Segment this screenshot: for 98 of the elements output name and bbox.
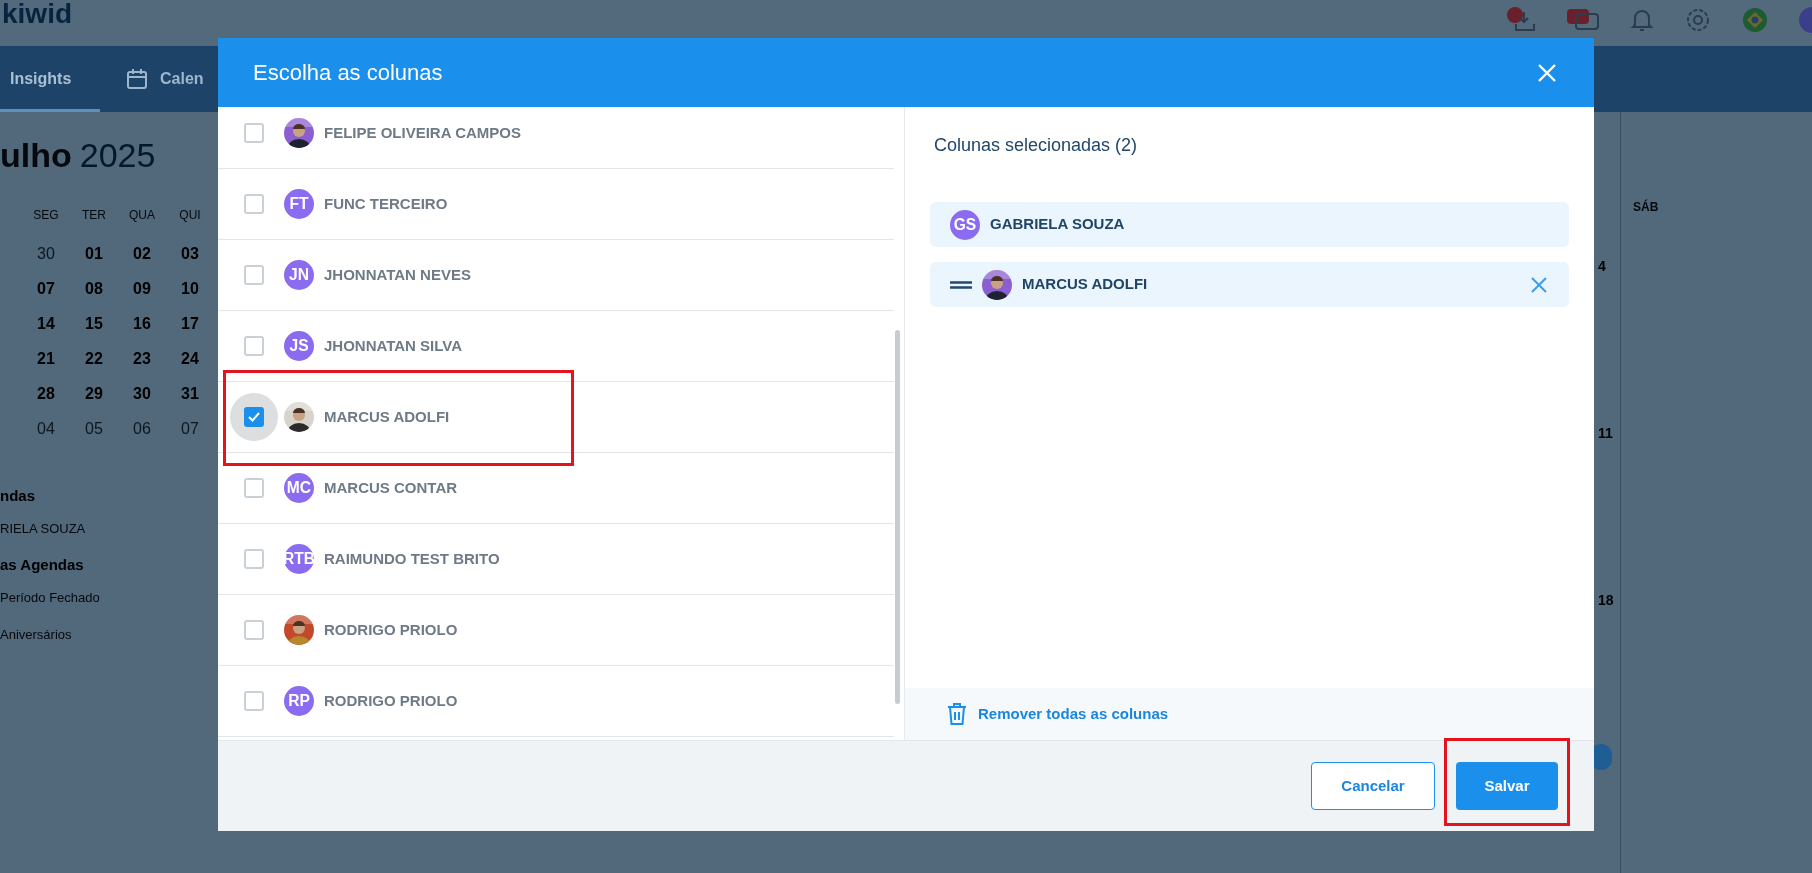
list-row[interactable]: MC MARCUS CONTAR: [218, 453, 894, 524]
checkbox[interactable]: [244, 265, 264, 285]
calendar-day[interactable]: 16: [118, 311, 166, 336]
calendar-day[interactable]: 17: [166, 311, 214, 336]
person-name: FELIPE OLIVEIRA CAMPOS: [324, 122, 521, 143]
checkbox[interactable]: [244, 691, 264, 711]
calendar-day[interactable]: 14: [22, 311, 70, 336]
list-row[interactable]: FT FUNC TERCEIRO: [218, 169, 894, 240]
calendar-day: 18: [1598, 590, 1614, 611]
list-row[interactable]: JN JHONNATAN NEVES: [218, 240, 894, 311]
bell-icon[interactable]: [1630, 7, 1654, 33]
close-icon: [1538, 63, 1556, 82]
list-row[interactable]: RTB RAIMUNDO TEST BRITO: [218, 524, 894, 595]
nav-tab[interactable]: Calen: [100, 46, 218, 112]
nav-tab[interactable]: Insights: [0, 46, 100, 112]
calendar-day[interactable]: 30: [22, 241, 70, 266]
calendar-day[interactable]: 08: [70, 276, 118, 301]
column-name: MARCUS ADOLFI: [1022, 274, 1149, 295]
flag-icon[interactable]: [1742, 7, 1768, 33]
person-name: RODRIGO PRIOLO: [324, 690, 458, 711]
avatar: GS: [950, 209, 980, 240]
list-row[interactable]: RP RODRIGO PRIOLO: [218, 666, 894, 737]
calendar-day[interactable]: 30: [118, 381, 166, 406]
download-icon[interactable]: [1506, 6, 1536, 34]
save-button[interactable]: Salvar: [1456, 762, 1558, 810]
remove-icon[interactable]: [1531, 276, 1547, 293]
person-name: JHONNATAN NEVES: [324, 264, 471, 285]
calendar-day[interactable]: 31: [166, 381, 214, 406]
calendar-day[interactable]: 03: [166, 241, 214, 266]
calendar-day[interactable]: 15: [70, 311, 118, 336]
avatar-icon[interactable]: [1798, 6, 1812, 34]
avatar: FT: [284, 189, 314, 219]
section-heading: ndas: [0, 486, 36, 506]
calendar-day[interactable]: 21: [22, 346, 70, 371]
checkbox[interactable]: [244, 194, 264, 214]
person-name: MARCUS ADOLFI: [324, 406, 450, 427]
calendar-day[interactable]: 01: [70, 241, 118, 266]
calendar-day[interactable]: 02: [118, 241, 166, 266]
calendar-day[interactable]: 29: [70, 381, 118, 406]
calendar-day[interactable]: 10: [166, 276, 214, 301]
remove-all-link[interactable]: Remover todas as colunas: [978, 702, 1169, 726]
column-name: GABRIELA SOUZA: [990, 214, 1126, 235]
selected-column[interactable]: MARCUS ADOLFI: [930, 262, 1569, 307]
calendar-day[interactable]: 04: [22, 416, 70, 441]
checkbox[interactable]: [244, 549, 264, 569]
section-title: Colunas selecionadas (2): [934, 134, 1139, 157]
calendar-day[interactable]: 23: [118, 346, 166, 371]
weekday-label: QUA: [128, 207, 156, 224]
month-title: ulho: [0, 135, 72, 176]
selected-column[interactable]: GS GABRIELA SOUZA: [930, 202, 1569, 247]
checkbox[interactable]: [244, 478, 264, 498]
avatar: MC: [284, 473, 314, 503]
chat-icon[interactable]: [1566, 7, 1600, 33]
weekday-label: TER: [81, 207, 107, 224]
avatar: RTB: [284, 544, 314, 574]
checkbox[interactable]: [244, 407, 264, 427]
person-name: JHONNATAN SILVA: [324, 335, 463, 356]
calendar-day[interactable]: 07: [166, 416, 214, 441]
calendar-day[interactable]: 22: [70, 346, 118, 371]
calendar-day: 11: [1598, 423, 1613, 444]
weekday-header: SÁB: [1633, 198, 1659, 216]
dialog-title: Escolha as colunas: [253, 59, 443, 87]
agenda-item[interactable]: Período Fechado: [0, 581, 100, 614]
calendar-day[interactable]: 07: [22, 276, 70, 301]
calendar-day[interactable]: 24: [166, 346, 214, 371]
settings-icon[interactable]: [1684, 6, 1712, 34]
checkbox[interactable]: [244, 620, 264, 640]
list-row[interactable]: RODRIGO PRIOLO: [218, 595, 894, 666]
agenda-item[interactable]: Aniversários: [0, 618, 100, 651]
agenda-item[interactable]: RIELA SOUZA: [0, 512, 100, 545]
checkbox[interactable]: [244, 123, 264, 143]
person-name: MARCUS CONTAR: [324, 477, 458, 498]
person-name: FUNC TERCEIRO: [324, 193, 448, 214]
avatar: JS: [284, 331, 314, 361]
calendar-icon: [126, 68, 148, 90]
calendar-day[interactable]: 05: [70, 416, 118, 441]
avatar: JN: [284, 260, 314, 290]
logo: kiwid: [2, 0, 72, 28]
calendar-day[interactable]: 06: [118, 416, 166, 441]
avatar: RP: [284, 686, 314, 716]
section-heading: as Agendas: [0, 555, 85, 575]
person-name: RAIMUNDO TEST BRITO: [324, 548, 500, 569]
checkbox[interactable]: [244, 336, 264, 356]
weekday-label: QUI: [178, 207, 202, 224]
list-row[interactable]: FELIPE OLIVEIRA CAMPOS: [218, 107, 894, 169]
trash-icon[interactable]: [946, 702, 968, 726]
weekday-label: SEG: [32, 207, 60, 224]
calendar-day: 4: [1598, 256, 1606, 277]
list-row[interactable]: MARCUS ADOLFI: [218, 382, 894, 453]
list-row[interactable]: JS JHONNATAN SILVA: [218, 311, 894, 382]
year-title: 2025: [79, 135, 156, 176]
drag-handle-icon[interactable]: [950, 280, 972, 289]
check-icon: [247, 410, 261, 424]
calendar-day[interactable]: 28: [22, 381, 70, 406]
cancel-button[interactable]: Cancelar: [1311, 762, 1435, 810]
scrollbar[interactable]: [895, 330, 900, 704]
calendar-day[interactable]: 09: [118, 276, 166, 301]
person-name: RODRIGO PRIOLO: [324, 619, 458, 640]
